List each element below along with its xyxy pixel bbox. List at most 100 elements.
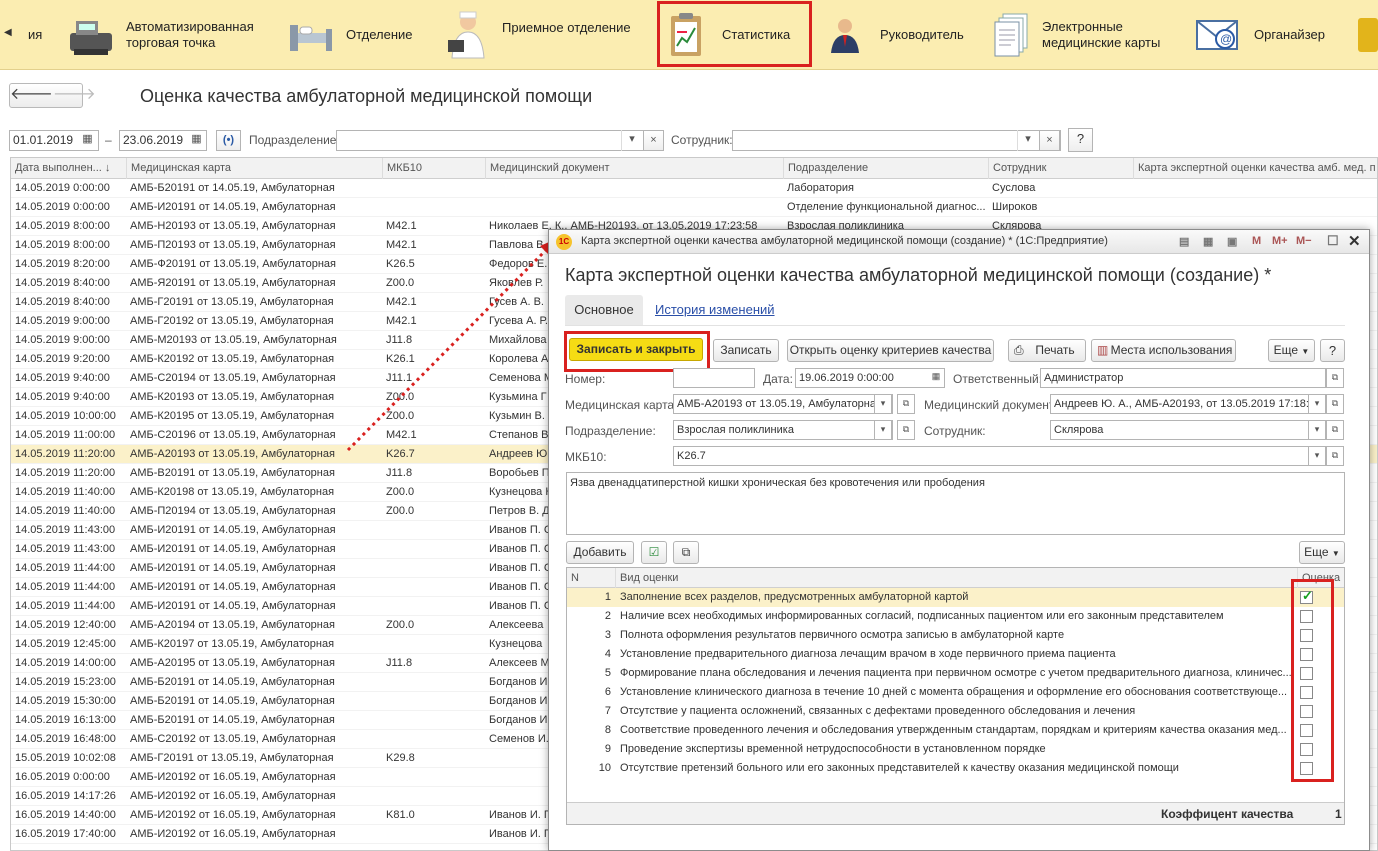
check-all-icon[interactable]: ☑ [641,541,667,564]
scroll-left-icon[interactable]: ◀ [4,27,12,38]
quality-coef-value: 1 [1335,807,1342,821]
dropdown-icon[interactable]: ▾ [874,394,892,414]
cell-date: 14.05.2019 9:00:00 [15,334,110,346]
responsible-input[interactable]: Администратор [1040,368,1326,388]
dropdown-icon[interactable]: ▾ [1308,446,1326,466]
forward-arrow-icon[interactable]: 🡒 [53,84,96,107]
usage-places-icon: ▥ [1097,343,1109,357]
back-arrow-icon[interactable]: 🡐 [10,84,53,107]
section-trade-point[interactable]: Автоматизированная торговая точка [64,0,254,70]
cell-mkb: M42.1 [386,315,417,327]
column-mkb[interactable]: МКБ10 [382,158,485,179]
column-employee[interactable]: Сотрудник [988,158,1133,179]
tab-history[interactable]: История изменений [655,295,775,325]
calculator-icon[interactable]: ▦ [1203,235,1213,248]
print-button[interactable]: ⎙ Печать [1008,339,1086,362]
column-document[interactable]: Медицинский документ [485,158,783,179]
section-department[interactable]: Отделение [284,0,413,70]
column-date[interactable]: Дата выполнен... ↓ [11,158,127,179]
section-emr[interactable]: Электронные медицинские карты [984,0,1160,70]
table-more-button[interactable]: Еще ▼ [1299,541,1345,564]
save-button[interactable]: Записать [713,339,779,362]
criteria-row[interactable]: 1 Заполнение всех разделов, предусмотренн… [567,588,1344,607]
criteria-text: Заполнение всех разделов, предусмотренны… [620,591,969,603]
cell-date: 14.05.2019 9:40:00 [15,372,110,384]
usage-places-button[interactable]: ▥ Места использования [1091,339,1236,362]
memory-plus-icon[interactable]: M+ [1272,235,1288,247]
criteria-row[interactable]: 6 Установление клинического диагноза в те… [567,683,1344,702]
open-icon[interactable]: ⧉ [1326,446,1344,466]
date-input[interactable]: 19.06.2019 0:00:00 [795,368,945,388]
calendar-icon[interactable]: ▦ [927,368,945,388]
number-input[interactable] [673,368,755,388]
help-button[interactable]: ? [1068,128,1093,152]
division-input[interactable] [336,130,664,151]
dialog-help-button[interactable]: ? [1320,339,1345,362]
calendar-icon[interactable]: ▣ [1227,235,1237,248]
calendar-icon[interactable]: ▦ [77,130,98,151]
copy-icon[interactable]: ⧉ [673,541,699,564]
criteria-row[interactable]: 8 Соответствие проведенного лечения и обс… [567,721,1344,740]
open-icon[interactable]: ⧉ [1326,420,1344,440]
memory-m-icon[interactable]: M [1252,235,1261,247]
page-title: Оценка качества амбулаторной медицинской… [140,86,593,106]
criteria-row[interactable]: 5 Формирование плана обследования и лечен… [567,664,1344,683]
column-n[interactable]: N [567,568,615,588]
employee-input[interactable]: Склярова [1050,420,1326,440]
criteria-row[interactable]: 3 Полнота оформления результатов первично… [567,626,1344,645]
period-select-icon[interactable]: (•) [216,130,241,151]
table-row[interactable]: 14.05.2019 0:00:00 АМБ-И20191 от 14.05.19… [11,198,1377,217]
clear-icon[interactable]: × [1039,130,1060,151]
more-button[interactable]: Еще ▼ [1268,339,1315,362]
cell-mkb: K26.1 [386,353,415,365]
print-icon[interactable]: ▤ [1179,235,1189,248]
memory-minus-icon[interactable]: M− [1296,235,1312,247]
cell-mkb [382,711,485,730]
dropdown-icon[interactable]: ▾ [1017,130,1038,151]
diagnosis-textarea[interactable]: Язва двенадцатиперстной кишки хроническа… [566,472,1345,535]
open-icon[interactable]: ⧉ [897,394,915,414]
column-kind[interactable]: Вид оценки [615,568,1297,588]
section-manager[interactable]: Руководитель [818,0,964,70]
column-card[interactable]: Медицинская карта [126,158,382,179]
open-icon[interactable]: ⧉ [1326,394,1344,414]
open-evaluation-button[interactable]: Открыть оценку критериев качества [787,339,994,362]
criteria-row[interactable]: 4 Установление предварительного диагноза … [567,645,1344,664]
maximize-icon[interactable]: ☐ [1327,233,1339,249]
open-icon[interactable]: ⧉ [897,420,915,440]
calendar-icon[interactable]: ▦ [186,130,207,151]
section-partial[interactable]: ия [20,0,42,70]
open-icon[interactable]: ⧉ [1326,368,1344,388]
clear-icon[interactable]: × [643,130,664,151]
dropdown-icon[interactable]: ▾ [1308,420,1326,440]
section-reception[interactable]: Приемное отделение [440,0,631,70]
med-document-input[interactable]: Андреев Ю. А., АМБ-А20193, от 13.05.2019… [1050,394,1326,414]
section-organizer[interactable]: @ Органайзер [1192,0,1325,70]
partial-section-icon[interactable] [1358,18,1378,52]
cell-card: АМБ-Б20191 от 14.05.19, Амбулаторная [130,714,335,726]
dropdown-icon[interactable]: ▾ [1308,394,1326,414]
division-input[interactable]: Взрослая поликлиника [673,420,893,440]
criteria-table[interactable]: N Вид оценки Оценка 1 Заполнение всех раз… [566,567,1345,825]
dropdown-icon[interactable]: ▾ [874,420,892,440]
criteria-number: 8 [604,724,611,736]
criteria-row[interactable]: 7 Отсутствие у пациента осложнений, связа… [567,702,1344,721]
column-division[interactable]: Подразделение [783,158,988,179]
table-row[interactable]: 14.05.2019 0:00:00 АМБ-Б20191 от 14.05.19… [11,179,1377,198]
employee-input[interactable] [732,130,1061,151]
mkb-input[interactable]: K26.7 [673,446,1326,466]
column-quality-card[interactable]: Карта экспертной оценки качества амб. ме… [1133,158,1377,179]
cell-date: 14.05.2019 11:44:00 [15,600,116,612]
cell-card: АМБ-И20192 от 16.05.19, Амбулаторная [130,790,336,802]
criteria-row[interactable]: 2 Наличие всех необходимых информированны… [567,607,1344,626]
cell-date: 14.05.2019 16:13:00 [15,714,116,726]
documents-icon [984,8,1038,62]
dropdown-icon[interactable]: ▾ [621,130,642,151]
med-card-input[interactable]: АМБ-А20193 от 13.05.19, Амбулаторна [673,394,893,414]
close-icon[interactable]: ✕ [1348,232,1361,250]
quality-card-dialog: 1С Карта экспертной оценки качества амбу… [548,229,1370,851]
tab-main[interactable]: Основное [565,295,643,325]
criteria-row[interactable]: 9 Проведение экспертизы временной нетрудо… [567,740,1344,759]
criteria-row[interactable]: 10 Отсутствие претензий больного или его … [567,759,1344,778]
add-button[interactable]: Добавить [566,541,634,564]
